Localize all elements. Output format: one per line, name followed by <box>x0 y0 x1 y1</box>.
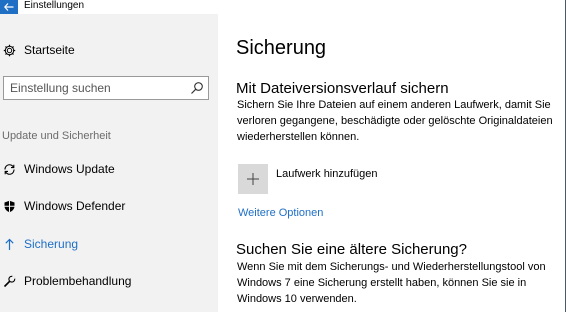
plus-icon <box>247 173 259 185</box>
plus-tile[interactable] <box>238 164 268 194</box>
sidebar-item-troubleshoot[interactable]: Problembehandlung <box>0 269 218 293</box>
search-placeholder: Einstellung suchen <box>10 81 111 95</box>
settings-window: Einstellungen Startseite Einstellung suc… <box>0 0 566 312</box>
add-drive-label: Laufwerk hinzufügen <box>276 168 378 180</box>
backup-arrow-icon <box>2 237 16 251</box>
more-options-link[interactable]: Weitere Optionen <box>238 206 323 220</box>
title-bar: Einstellungen <box>0 0 565 14</box>
file-history-heading: Mit Dateiversionsverlauf sichern <box>236 80 449 97</box>
window-title: Einstellungen <box>24 0 85 11</box>
file-history-description: Sichern Sie Ihre Dateien auf einem ander… <box>237 99 553 143</box>
sidebar-item-backup[interactable]: Sicherung <box>0 232 218 256</box>
sidebar-item-windows-update[interactable]: Windows Update <box>0 157 218 181</box>
sidebar-item-home[interactable]: Startseite <box>0 38 218 62</box>
sidebar-item-label: Problembehandlung <box>24 274 132 288</box>
section-header: Update und Sicherheit <box>2 130 111 142</box>
page-title: Sicherung <box>236 37 327 59</box>
shield-icon <box>2 199 16 213</box>
back-arrow-icon <box>4 3 14 11</box>
sidebar-item-windows-defender[interactable]: Windows Defender <box>0 194 218 218</box>
search-input[interactable]: Einstellung suchen <box>3 76 209 100</box>
back-button[interactable] <box>0 0 18 14</box>
main-content: Sicherung Mit Dateiversionsverlauf siche… <box>218 14 565 312</box>
older-backup-description: Wenn Sie mit dem Sicherungs- und Wiederh… <box>237 261 546 305</box>
sidebar-item-label: Sicherung <box>24 237 79 251</box>
sidebar-item-label: Windows Update <box>24 162 115 176</box>
refresh-icon <box>2 162 16 176</box>
sidebar-item-label: Startseite <box>24 43 75 57</box>
add-drive-button[interactable]: Laufwerk hinzufügen <box>238 164 378 194</box>
sidebar-item-label: Windows Defender <box>24 199 126 213</box>
wrench-icon <box>2 274 16 288</box>
search-icon[interactable] <box>190 81 204 95</box>
gear-icon <box>2 43 16 57</box>
older-backup-heading: Suchen Sie eine ältere Sicherung? <box>236 241 467 258</box>
sidebar: Startseite Einstellung suchen Update und… <box>0 14 218 312</box>
